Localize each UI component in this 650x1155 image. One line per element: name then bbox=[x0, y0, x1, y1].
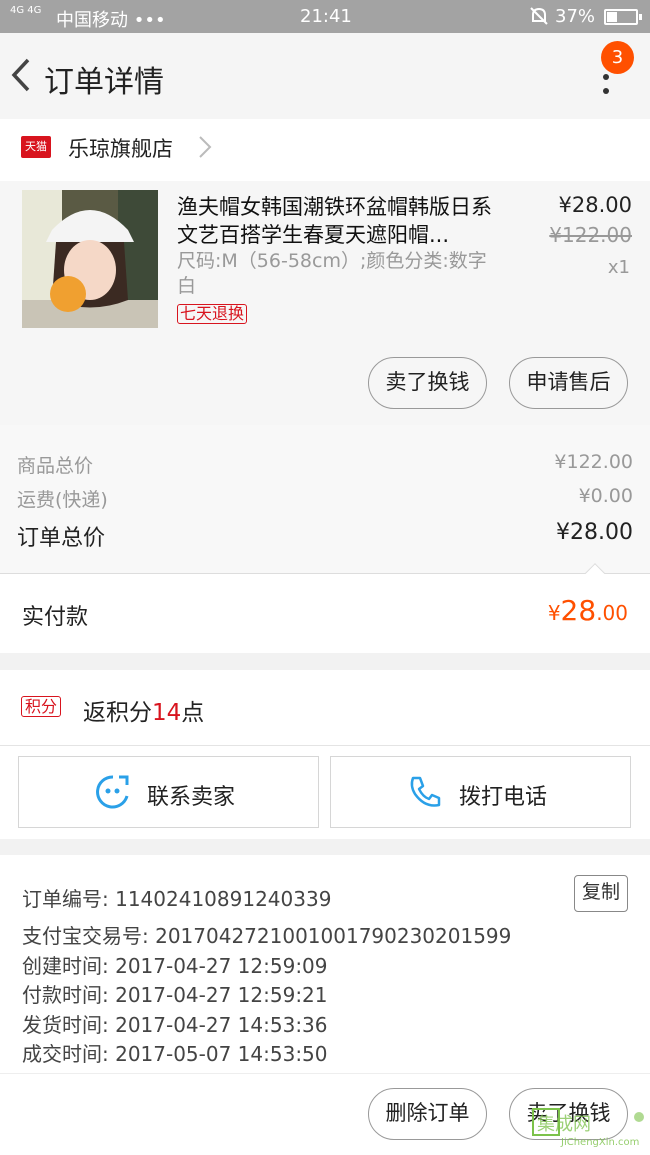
chat-face-icon bbox=[96, 775, 129, 809]
battery-icon bbox=[604, 9, 642, 25]
sell-for-cash-button[interactable]: 卖了换钱 bbox=[368, 357, 487, 409]
shipping-value: ¥0.00 bbox=[578, 485, 633, 507]
amount-integer: 28 bbox=[560, 594, 597, 627]
points-suffix: 点 bbox=[181, 700, 205, 726]
shipping-row: 运费(快递) ¥0.00 bbox=[17, 485, 633, 515]
back-arrow-icon[interactable] bbox=[8, 55, 38, 95]
call-phone-button[interactable]: 拨打电话 bbox=[330, 756, 631, 828]
chevron-right-icon bbox=[199, 136, 212, 158]
tmall-badge: 天猫 bbox=[21, 136, 51, 158]
product-quantity: x1 bbox=[607, 257, 630, 278]
shipping-label: 运费(快递) bbox=[17, 489, 108, 511]
store-name[interactable]: 乐琼旗舰店 bbox=[68, 133, 173, 163]
phone-icon bbox=[410, 776, 441, 807]
alipay-trade-number: 支付宝交易号: 2017042721001001790230201599 bbox=[22, 924, 512, 948]
product-thumbnail[interactable] bbox=[22, 190, 158, 328]
product-title[interactable]: 渔夫帽女韩国潮铁环盆帽韩版日系文艺百搭学生春夏天遮阳帽... bbox=[177, 193, 497, 249]
goods-total-label: 商品总价 bbox=[17, 455, 94, 477]
order-number: 订单编号: 11402410891240339 bbox=[22, 887, 332, 911]
contact-seller-button[interactable]: 联系卖家 bbox=[18, 756, 319, 828]
points-count: 14 bbox=[152, 700, 182, 726]
amount-decimal: .00 bbox=[596, 601, 628, 625]
clock: 21:41 bbox=[300, 6, 352, 27]
signal-indicator: 4G 4G bbox=[10, 5, 42, 16]
shipped-time: 发货时间: 2017-04-27 14:53:36 bbox=[22, 1013, 328, 1037]
nav-bar: 订单详情 3 bbox=[0, 33, 650, 119]
call-phone-label: 拨打电话 bbox=[459, 785, 548, 810]
order-info: 订单编号: 11402410891240339 复制 支付宝交易号: 20170… bbox=[0, 855, 650, 1073]
order-total-row: 订单总价 ¥28.00 bbox=[17, 520, 633, 551]
goods-total-value: ¥122.00 bbox=[554, 451, 633, 473]
created-time: 创建时间: 2017-04-27 12:59:09 bbox=[22, 954, 328, 978]
battery-percent: 37% bbox=[555, 6, 596, 27]
points-text: 返积分14点 bbox=[83, 693, 204, 727]
delete-order-button[interactable]: 删除订单 bbox=[368, 1088, 487, 1140]
status-bar: 4G 4G 中国移动 ••• 21:41 37% bbox=[0, 0, 650, 33]
price-summary: 商品总价 ¥122.00 运费(快递) ¥0.00 订单总价 ¥28.00 bbox=[0, 425, 650, 573]
mute-bell-icon bbox=[530, 7, 548, 25]
order-total-label: 订单总价 bbox=[17, 526, 106, 551]
currency-symbol: ¥ bbox=[547, 601, 561, 625]
page-title: 订单详情 bbox=[44, 65, 164, 100]
order-total-value: ¥28.00 bbox=[556, 520, 633, 545]
product-item[interactable]: 渔夫帽女韩国潮铁环盆帽韩版日系文艺百搭学生春夏天遮阳帽... 尺码:M（56-5… bbox=[0, 181, 650, 425]
site-watermark-logo: 集成网 JiChengXin.com bbox=[532, 1108, 644, 1147]
actual-payment-row: 实付款 ¥28.00 bbox=[0, 563, 650, 653]
points-tag: 积分 bbox=[21, 696, 62, 717]
paid-time: 付款时间: 2017-04-27 12:59:21 bbox=[22, 983, 328, 1007]
points-row: 积分 返积分14点 bbox=[0, 670, 650, 746]
seven-day-return-tag: 七天退换 bbox=[177, 304, 248, 324]
points-prefix: 返积分 bbox=[83, 700, 152, 726]
contact-section: 联系卖家 拨打电话 bbox=[0, 746, 650, 839]
actual-payment-label: 实付款 bbox=[22, 605, 89, 630]
product-price: ¥28.00 bbox=[558, 193, 632, 217]
contact-seller-label: 联系卖家 bbox=[147, 785, 236, 810]
notification-badge[interactable]: 3 bbox=[601, 41, 634, 74]
after-sales-button[interactable]: 申请售后 bbox=[509, 357, 628, 409]
store-row[interactable]: 天猫 乐琼旗舰店 bbox=[0, 119, 650, 181]
copy-button[interactable]: 复制 bbox=[574, 875, 628, 912]
watermark-url: JiChengXin.com bbox=[560, 1137, 639, 1147]
product-spec: 尺码:M（56-58cm）;颜色分类:数字白 bbox=[177, 250, 487, 297]
goods-total-row: 商品总价 ¥122.00 bbox=[17, 451, 633, 481]
actual-payment-amount: ¥28.00 bbox=[548, 594, 628, 627]
product-original-price: ¥122.00 bbox=[549, 223, 632, 247]
completed-time: 成交时间: 2017-05-07 14:53:50 bbox=[22, 1042, 328, 1066]
watermark-brand: 集成网 bbox=[537, 1114, 591, 1135]
carrier-name: 中国移动 ••• bbox=[56, 10, 166, 31]
